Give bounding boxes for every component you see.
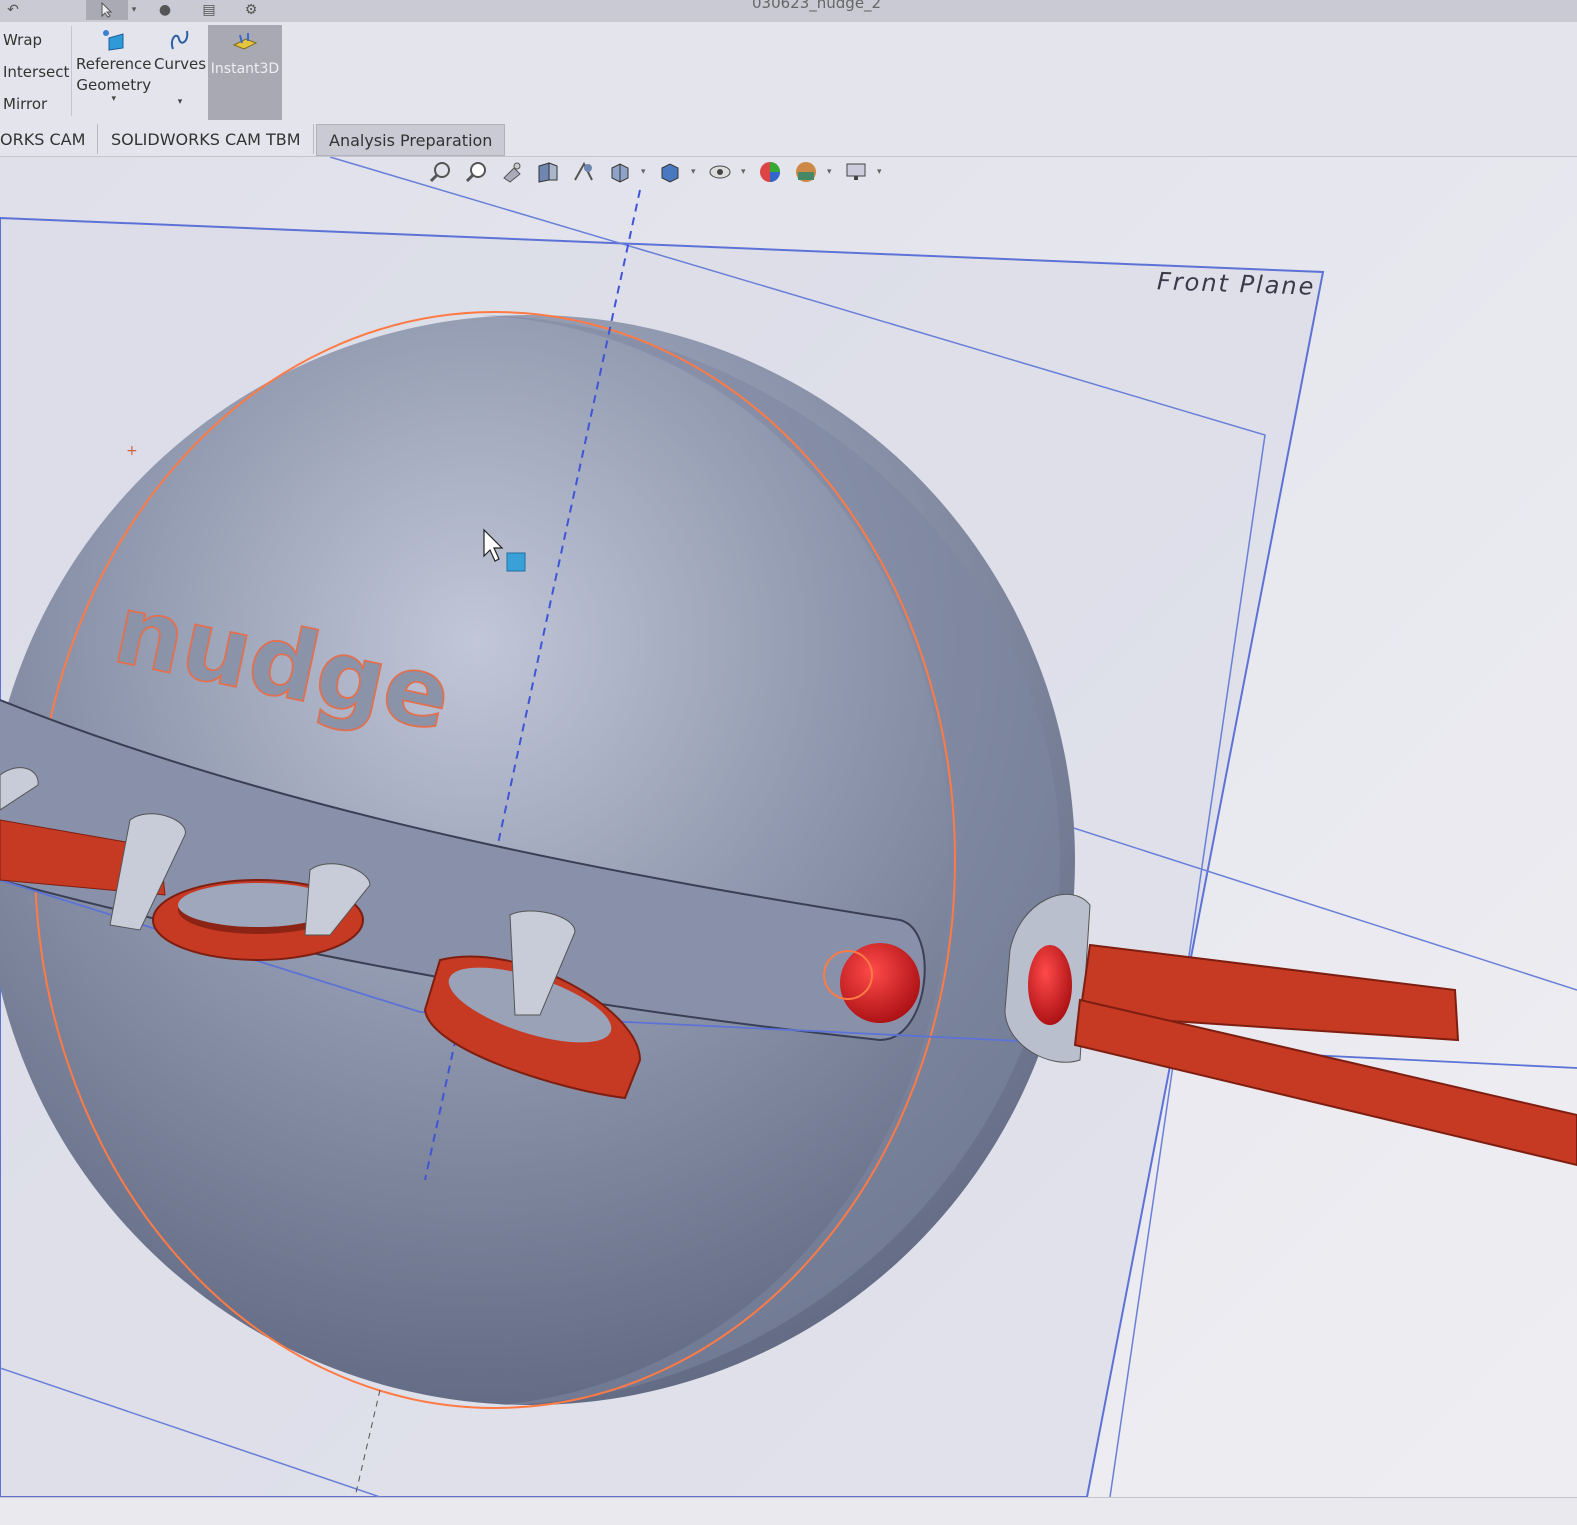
chevron-down-icon[interactable]: ▾ xyxy=(827,167,835,177)
tab-analysis-preparation[interactable]: Analysis Preparation xyxy=(316,124,506,156)
chevron-down-icon[interactable]: ▾ xyxy=(641,167,649,177)
dynamic-annotation-icon[interactable] xyxy=(569,158,599,186)
reference-geometry-button[interactable]: Reference Geometry ▾ xyxy=(76,26,152,104)
zoom-to-area-icon[interactable] xyxy=(461,158,491,186)
tab-solidworks-cam-tbm[interactable]: SOLIDWORKS CAM TBM xyxy=(99,124,314,154)
face-selection-icon xyxy=(506,552,526,572)
instant3d-button[interactable]: Instant3D xyxy=(208,25,282,120)
instant3d-icon xyxy=(230,25,260,61)
wrap-button[interactable]: Wrap xyxy=(3,31,42,49)
chevron-down-icon[interactable]: ▾ xyxy=(741,167,749,177)
curves-button[interactable]: Curves ▾ xyxy=(154,26,206,107)
origin-marker: + xyxy=(126,443,138,459)
chevron-down-icon[interactable]: ▾ xyxy=(112,94,117,104)
edit-appearance-icon[interactable] xyxy=(755,158,785,186)
command-manager-ribbon: Wrap Intersect Mirror Reference Geometry… xyxy=(0,22,1577,121)
document-title: 030623_nudge_2 xyxy=(752,0,882,12)
mirror-button[interactable]: Mirror xyxy=(3,95,47,113)
quick-access-button[interactable]: ↶ xyxy=(0,0,26,20)
graphics-viewport[interactable]: + nudge Front Plane ▾ ▾ ▾ ▾ ▾ xyxy=(0,157,1577,1497)
display-style-icon[interactable] xyxy=(655,158,685,186)
view-settings-icon[interactable] xyxy=(841,158,871,186)
model-scene[interactable]: + nudge xyxy=(0,157,1577,1497)
section-view-icon[interactable] xyxy=(533,158,563,186)
view-orientation-icon[interactable] xyxy=(605,158,635,186)
rebuild-icon[interactable]: ● xyxy=(152,0,178,20)
ribbon-divider xyxy=(71,26,72,116)
file-properties-icon[interactable]: ▤ xyxy=(196,0,222,20)
red-button[interactable] xyxy=(840,943,920,1023)
status-bar xyxy=(0,1497,1577,1525)
chevron-down-icon[interactable]: ▾ xyxy=(178,97,183,107)
tab-solidworks-cam[interactable]: ORKS CAM xyxy=(0,124,99,154)
previous-view-icon[interactable] xyxy=(497,158,527,186)
hide-show-items-icon[interactable] xyxy=(705,158,735,186)
apply-scene-icon[interactable] xyxy=(791,158,821,186)
command-manager-tabs: ORKS CAM SOLIDWORKS CAM TBM Analysis Pre… xyxy=(0,120,1577,157)
gear-icon[interactable]: ⚙ xyxy=(238,0,264,20)
reference-geometry-icon xyxy=(101,26,127,54)
heads-up-view-toolbar: ▾ ▾ ▾ ▾ ▾ xyxy=(425,158,885,186)
curves-icon xyxy=(167,26,193,54)
chevron-down-icon[interactable]: ▾ xyxy=(691,167,699,177)
select-button[interactable] xyxy=(86,0,128,20)
intersect-button[interactable]: Intersect xyxy=(3,63,69,81)
cursor-icon xyxy=(101,2,113,18)
select-dropdown-caret[interactable]: ▾ xyxy=(128,0,140,20)
right-red-knob xyxy=(1028,945,1072,1025)
title-bar: ↶ ▾ ● ▤ ⚙ 030623_nudge_2 xyxy=(0,0,1577,23)
chevron-down-icon[interactable]: ▾ xyxy=(877,167,885,177)
zoom-to-fit-icon[interactable] xyxy=(425,158,455,186)
front-plane-label: Front Plane xyxy=(1156,267,1316,301)
